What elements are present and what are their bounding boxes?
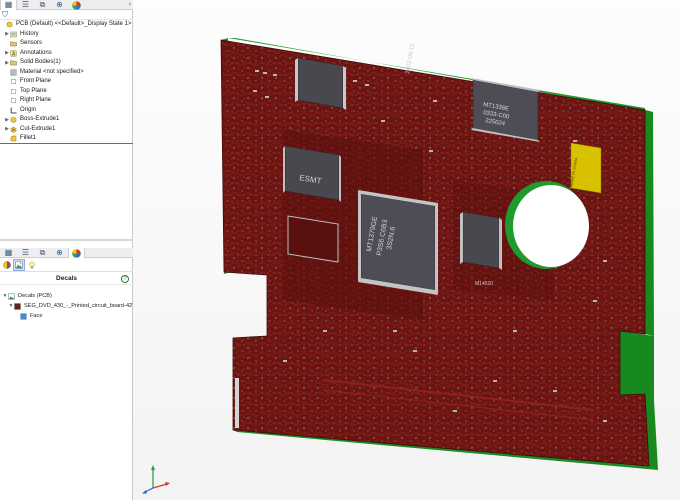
tree-item-front-plane[interactable]: Front Plane — [0, 77, 133, 87]
tree-item-label: Right Plane — [20, 97, 52, 104]
dimxpert-manager-tab[interactable]: ⊕ — [51, 0, 68, 10]
tree-item-top-plane[interactable]: Top Plane — [0, 87, 133, 97]
display-manager-icon — [72, 0, 81, 10]
edge-connector — [235, 378, 239, 428]
property-manager-icon: ☰ — [21, 0, 30, 9]
dimxpert-icon: ⊕ — [56, 248, 63, 257]
pcb-model[interactable]: MT1336E 0333-C00 225024 ESMT MT1379GE P3… — [133, 0, 680, 500]
feature-manager-tab-lower[interactable]: ▦ — [0, 248, 17, 258]
configuration-icon: ⧉ — [39, 248, 46, 257]
tree-item-label: Front Plane — [20, 78, 52, 85]
tree-item-solid-bodies[interactable]: ▶ Solid Bodies(1) — [0, 58, 133, 68]
plane-icon — [10, 88, 17, 95]
tree-rollback-separator — [0, 143, 133, 144]
view-orientation-triad — [142, 465, 170, 494]
decals-folder-icon — [8, 292, 15, 300]
configuration-manager-tab[interactable]: ⧉ — [34, 0, 51, 10]
boss-extrude-icon — [10, 116, 17, 124]
cut-extrude-icon — [10, 126, 17, 133]
chip-bottom-left — [287, 215, 339, 263]
annotations-icon: A — [10, 50, 17, 57]
chip-small-right — [460, 211, 502, 270]
decal-face-item[interactable]: Face — [0, 311, 133, 321]
help-icon[interactable]: ? — [121, 275, 129, 283]
tree-item-label: Origin — [20, 106, 37, 113]
lower-manager-tabbar: ▦ ☰ ⧉ ⊕ — [0, 248, 133, 258]
tree-root-part[interactable]: PCB (Default) <<Default>_Display State 1… — [0, 20, 133, 30]
tree-item-label: Annotations — [20, 49, 52, 56]
appearances-subtab[interactable] — [2, 260, 12, 270]
tree-item-label: Top Plane — [20, 87, 47, 94]
filter-icon[interactable]: ⛉ — [2, 10, 8, 20]
property-manager-icon: ☰ — [21, 248, 30, 257]
property-manager-tab-lower[interactable]: ☰ — [17, 248, 34, 258]
tree-item-annotations[interactable]: ▶ A Annotations — [0, 49, 133, 59]
history-icon — [10, 31, 17, 38]
fillet-icon — [10, 135, 17, 142]
tree-item-label: Cut-Extrude1 — [20, 125, 56, 132]
graphics-viewport[interactable]: MT1336E 0333-C00 225024 ESMT MT1379GE P3… — [133, 0, 680, 500]
left-panel: ▦ ☰ ⧉ ⊕ › ⛉ PCB (Default) <<Default>_Dis… — [0, 0, 138, 500]
part-icon — [6, 21, 13, 28]
dimxpert-icon: ⊕ — [56, 0, 63, 9]
feature-tree-icon: ▦ — [4, 248, 13, 257]
tree-item-label: Solid Bodies(1) — [20, 59, 61, 66]
configuration-manager-tab-lower[interactable]: ⧉ — [34, 248, 51, 258]
decals-subtab[interactable] — [13, 259, 25, 271]
manager-tabbar: ▦ ☰ ⧉ ⊕ › — [0, 0, 133, 10]
decal-face-label: Face — [30, 312, 43, 319]
chevron-right-icon[interactable]: › — [129, 0, 131, 10]
sensors-folder-icon — [10, 40, 17, 47]
decal-label: SEG_DVD_430_-_Printed_circuit_board-4276 — [24, 302, 139, 309]
plane-icon — [10, 97, 17, 104]
tree-item-label: Sensors — [20, 40, 43, 47]
decals-icon — [15, 261, 23, 269]
tree-item-boss-extrude[interactable]: ▶ Boss-Extrude1 — [0, 115, 133, 125]
decal-item[interactable]: ▼ SEG_DVD_430_-_Printed_circuit_board-42… — [0, 301, 138, 311]
tree-item-cut-extrude[interactable]: ▶ Cut-Extrude1 — [0, 125, 133, 135]
material-icon — [10, 69, 17, 76]
dimxpert-manager-tab-lower[interactable]: ⊕ — [51, 248, 68, 258]
solid-bodies-folder-icon — [10, 59, 17, 66]
decals-panel-header: Decals ? — [0, 273, 133, 285]
tree-item-material[interactable]: Material <not specified> — [0, 68, 133, 78]
tree-filter-bar: ⛉ — [0, 10, 133, 20]
decal-image-icon — [14, 302, 21, 310]
scene-light-icon — [29, 261, 35, 269]
display-manager-icon — [72, 248, 81, 258]
decals-root-label: Decals (PCB) — [18, 292, 52, 299]
origin-icon — [10, 107, 17, 114]
board-edge-step — [620, 331, 654, 400]
yellow-label-sticker: MADE IN CHINA — [568, 142, 602, 194]
display-manager-subtabs — [0, 259, 133, 272]
scenes-lights-cameras-subtab[interactable] — [27, 260, 37, 270]
circular-cutout — [513, 185, 589, 267]
tree-item-sensors[interactable]: Sensors — [0, 39, 133, 49]
property-manager-tab[interactable]: ☰ — [17, 0, 34, 10]
chip-main-mt1379: MT1379GE P3S6.C6B3 3S2N.6 — [358, 190, 438, 295]
tree-root-label: PCB (Default) <<Default>_Display State 1… — [16, 21, 132, 28]
decals-root[interactable]: ▼ Decals (PCB) — [0, 291, 133, 301]
silkscreen-label: M14520 — [475, 281, 493, 287]
tree-item-history[interactable]: ▶ History — [0, 30, 133, 40]
decals-panel-title: Decals — [56, 275, 77, 282]
tree-item-label: Fillet1 — [20, 135, 37, 142]
tree-item-label: Material <not specified> — [20, 68, 84, 75]
panel-splitter[interactable] — [0, 239, 133, 241]
feature-manager-tab[interactable]: ▦ — [0, 0, 17, 10]
face-icon — [20, 313, 27, 320]
tree-item-label: Boss-Extrude1 — [20, 116, 60, 123]
tree-item-origin[interactable]: Origin — [0, 106, 133, 116]
tree-item-label: History — [20, 30, 39, 37]
feature-tree-icon: ▦ — [4, 0, 13, 9]
plane-icon — [10, 78, 17, 85]
display-manager-tab-lower[interactable] — [68, 248, 85, 258]
configuration-icon: ⧉ — [39, 0, 46, 9]
board-edge-right — [645, 110, 654, 336]
tree-item-right-plane[interactable]: Right Plane — [0, 96, 133, 106]
appearances-icon — [3, 261, 11, 269]
display-manager-tab[interactable] — [68, 0, 85, 10]
